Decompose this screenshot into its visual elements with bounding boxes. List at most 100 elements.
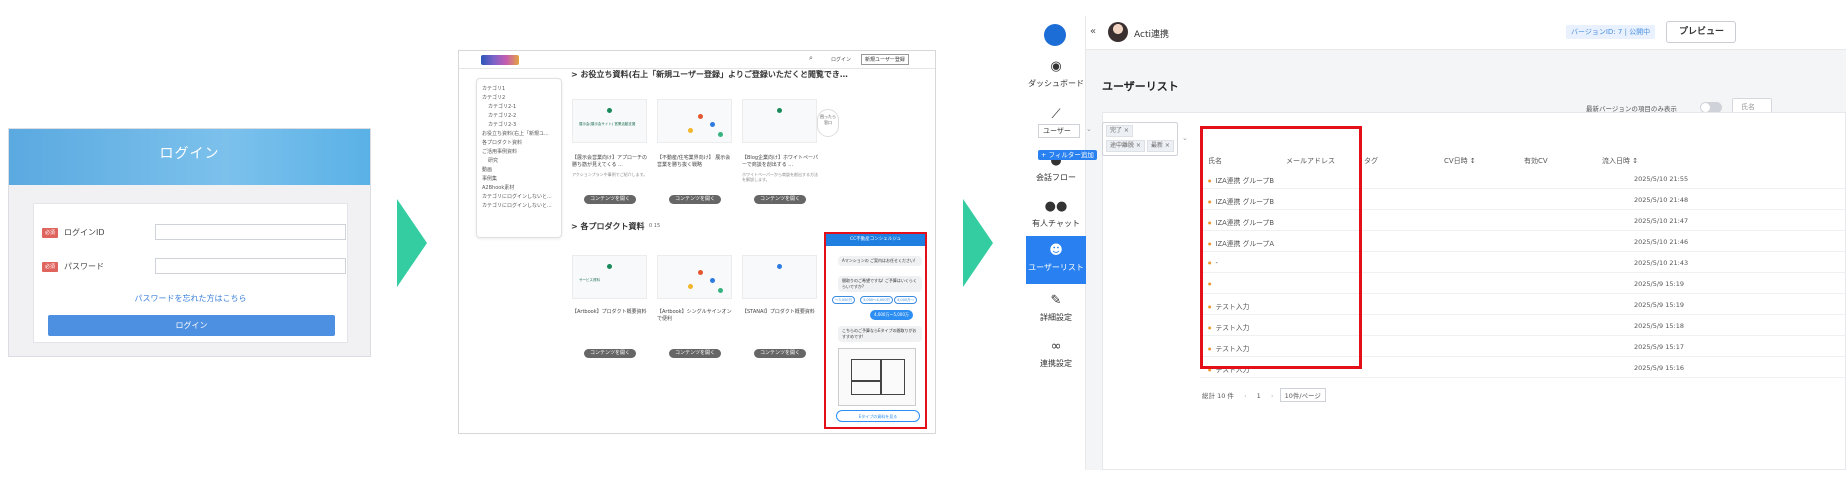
flow-arrow-1 bbox=[397, 199, 427, 287]
open-content-button[interactable]: コンテンツを開く bbox=[584, 195, 636, 204]
link-icon: ∞ bbox=[1050, 339, 1062, 354]
section-meta: 0 15 bbox=[649, 223, 661, 229]
column-header: 有効CV bbox=[1524, 157, 1548, 165]
thumb-title: 展示会(展示会サイト) 営業活動支援 bbox=[579, 122, 636, 126]
doc-thumbnail[interactable]: サービス資料 bbox=[572, 255, 647, 299]
add-filter-button[interactable]: + フィルター追加 bbox=[1038, 150, 1097, 160]
doc-description: アクションプランや事例でご紹介します。 bbox=[572, 172, 648, 177]
sidebar-item[interactable]: カテゴリ2 bbox=[482, 94, 505, 101]
search-icon[interactable]: ⌕ bbox=[809, 54, 813, 63]
doc-caption[interactable]: 【展示会営業向け】アプローチの勝ち筋が見えてくる ... bbox=[572, 155, 650, 169]
sidebar-item[interactable]: A2Bhook素材 bbox=[482, 184, 514, 191]
login-screen: ログイン 必須 ログインID 必須 パスワード パスワードを忘れた方はこちら ロ… bbox=[8, 128, 371, 357]
nav-user-list[interactable]: ☻ ユーザーリスト bbox=[1026, 236, 1086, 284]
section-meta: 0 1 bbox=[804, 71, 812, 77]
filter-type-select[interactable]: ユーザー bbox=[1038, 124, 1080, 138]
login-button[interactable]: ログイン bbox=[48, 315, 335, 336]
row-inflow-date: 2025/5/9 15:19 bbox=[1634, 280, 1684, 288]
filter-tag[interactable]: 最新 × bbox=[1147, 140, 1174, 152]
sidebar-item[interactable]: カテゴリにログインしないと... bbox=[482, 193, 552, 200]
doc-thumbnail[interactable] bbox=[657, 99, 732, 143]
chart-line-icon: ⟋ bbox=[1051, 107, 1061, 122]
chat-bubble: Aマンションの ご案内はお任せください! bbox=[838, 256, 922, 266]
sidebar-item[interactable]: カテゴリ2-1 bbox=[488, 103, 516, 110]
chat-option[interactable]: 4,000万〜 bbox=[894, 296, 918, 304]
sidebar-item[interactable]: 各プロダクト資料 bbox=[482, 139, 522, 146]
chatbot-widget: CC不動産コンシェルジュ Aマンションの ご案内はお任せください! 間取りのご希… bbox=[824, 232, 927, 429]
nav-label: ダッシュボード bbox=[1028, 79, 1084, 88]
chat-bubbles-icon: ●● bbox=[1044, 199, 1068, 214]
app-logo-icon bbox=[1044, 24, 1066, 46]
doc-thumbnail[interactable] bbox=[657, 255, 732, 299]
sidebar-item[interactable]: お役立ち資料(右上「新規ユ... bbox=[482, 130, 549, 137]
sidebar-item[interactable]: カテゴリ2-2 bbox=[488, 112, 516, 119]
page-size-select[interactable]: 10件/ページ bbox=[1279, 388, 1326, 402]
tag-filter-box[interactable]: 完了 × 途中離脱 × 最新 × bbox=[1102, 122, 1178, 156]
open-content-button[interactable]: コンテンツを開く bbox=[754, 195, 806, 204]
login-card: 必須 ログインID 必須 パスワード パスワードを忘れた方はこちら ログイン bbox=[33, 203, 348, 343]
total-count: 総計 10 件 bbox=[1202, 392, 1234, 400]
row-inflow-date: 2025/5/9 15:19 bbox=[1634, 301, 1684, 309]
page-number[interactable]: 1 bbox=[1257, 392, 1261, 400]
chat-cta-button[interactable]: Eタイプの資料を見る bbox=[836, 410, 920, 422]
filter-tag[interactable]: 完了 × bbox=[1106, 125, 1133, 137]
forgot-password-link[interactable]: パスワードを忘れた方はこちら bbox=[34, 293, 347, 304]
open-content-button[interactable]: コンテンツを開く bbox=[584, 349, 636, 358]
highlight-box bbox=[1200, 126, 1362, 369]
page-title: ユーザーリスト bbox=[1102, 80, 1179, 93]
doc-thumbnail[interactable] bbox=[742, 99, 817, 143]
doc-thumbnail[interactable] bbox=[742, 255, 817, 299]
chat-option[interactable]: 3,000〜4,000万 bbox=[860, 296, 894, 304]
row-inflow-date: 2025/5/10 21:46 bbox=[1634, 238, 1689, 246]
column-header[interactable]: CV日時 ↕ bbox=[1444, 156, 1476, 166]
row-inflow-date: 2025/5/9 15:17 bbox=[1634, 343, 1684, 351]
preview-button[interactable]: プレビュー bbox=[1666, 21, 1736, 43]
portal-logo bbox=[481, 55, 519, 65]
portal-topbar: ⌕ ログイン 新規ユーザー登録 bbox=[459, 51, 935, 69]
login-header: ログイン bbox=[9, 129, 370, 185]
required-badge: 必須 bbox=[42, 228, 58, 238]
doc-caption[interactable]: 【Artbook】プロダクト概要資料 bbox=[572, 309, 650, 316]
column-header: タグ bbox=[1364, 157, 1378, 165]
sidebar-item[interactable]: ご活用事例資料 bbox=[482, 148, 517, 155]
sidebar-item[interactable]: カテゴリ2-3 bbox=[488, 121, 516, 128]
open-content-button[interactable]: コンテンツを開く bbox=[669, 195, 721, 204]
chat-option[interactable]: 〜3,000万 bbox=[832, 296, 856, 304]
doc-caption[interactable]: 【不動産/住宅業界向け】 展示会営業を勝ち抜く戦略 bbox=[657, 155, 735, 169]
next-page-icon[interactable]: › bbox=[1271, 392, 1274, 400]
sidebar-item[interactable]: カテゴリにログインしないと... bbox=[482, 202, 552, 209]
nav-label: 詳細設定 bbox=[1040, 313, 1072, 322]
doc-thumbnail[interactable]: 展示会(展示会サイト) 営業活動支援 bbox=[572, 99, 647, 143]
doc-caption[interactable]: 【STANAI】プロダクト概要資料 bbox=[742, 309, 820, 316]
users-icon: ☻ bbox=[1049, 243, 1063, 258]
sidebar-item[interactable]: 研究 bbox=[488, 157, 498, 164]
open-content-button[interactable]: コンテンツを開く bbox=[754, 349, 806, 358]
nav-integration-settings[interactable]: ∞ 連携設定 bbox=[1026, 332, 1086, 388]
flow-arrow-2 bbox=[963, 199, 993, 287]
nav-label: 会話フロー bbox=[1036, 173, 1076, 182]
collapse-icon[interactable]: « bbox=[1090, 26, 1096, 37]
register-button[interactable]: 新規ユーザー登録 bbox=[861, 54, 909, 65]
doc-caption[interactable]: 【Artbook】シングルサインオンで便利 bbox=[657, 309, 735, 323]
side-nav: ◉ ダッシュボード ⟋ 分析 ● 会話フロー ●● 有人チャット ☻ ユーザーリ… bbox=[1026, 16, 1086, 470]
section-title: > 各プロダクト資料 bbox=[571, 222, 645, 231]
open-content-button[interactable]: コンテンツを開く bbox=[669, 349, 721, 358]
chat-header: CC不動産コンシェルジュ bbox=[826, 234, 925, 246]
login-link[interactable]: ログイン bbox=[831, 56, 851, 63]
admin-topbar: « Acti連携 バージョンID: 7 | 公開中 プレビュー bbox=[1086, 16, 1846, 50]
row-inflow-date: 2025/5/10 21:48 bbox=[1634, 196, 1689, 204]
login-id-label: ログインID bbox=[64, 228, 105, 237]
sidebar-item[interactable]: 事例集 bbox=[482, 175, 497, 182]
doc-caption[interactable]: 【Blog企業向け】ホワイトペーパーで商談を創出する ... bbox=[742, 155, 820, 169]
prev-page-icon[interactable]: ‹ bbox=[1244, 392, 1247, 400]
login-id-input[interactable] bbox=[155, 224, 346, 240]
sidebar-item[interactable]: 動画 bbox=[482, 166, 492, 173]
column-header[interactable]: 流入日時 ↕ bbox=[1602, 156, 1638, 166]
help-widget[interactable]: 困ったら 窓口 bbox=[817, 109, 839, 137]
password-input[interactable] bbox=[155, 258, 346, 274]
sidebar-item[interactable]: カテゴリ1 bbox=[482, 85, 505, 92]
floor-plan-image bbox=[838, 348, 916, 406]
chevron-down-icon[interactable]: ⌄ bbox=[1182, 134, 1188, 142]
chevron-down-icon[interactable]: ⌄ bbox=[1086, 125, 1092, 133]
filter-tag[interactable]: 途中離脱 × bbox=[1106, 140, 1145, 152]
